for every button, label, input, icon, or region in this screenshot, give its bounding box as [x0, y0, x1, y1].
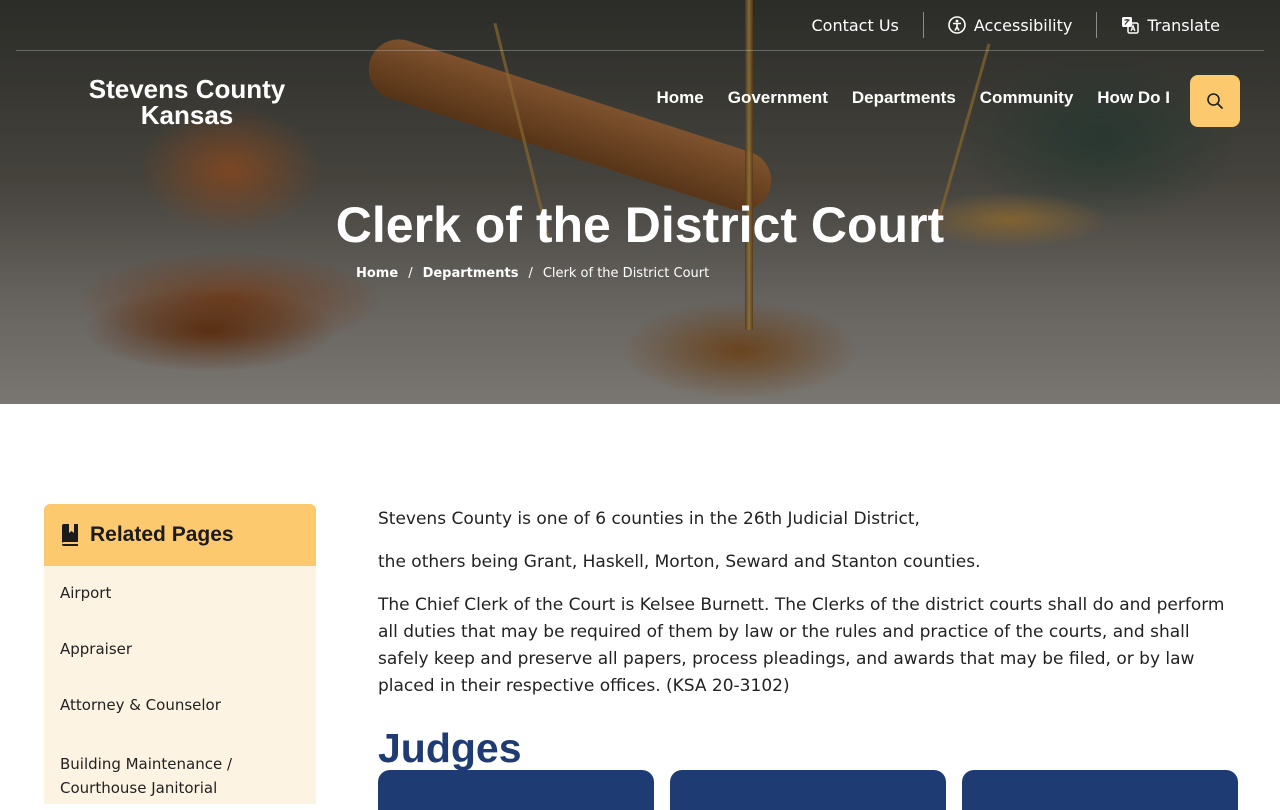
judge-cards — [378, 770, 1238, 810]
sidebar-item-appraiser[interactable]: Appraiser — [44, 640, 316, 658]
counties-paragraph: the others being Grant, Haskell, Morton,… — [378, 552, 981, 572]
sidebar-item-airport[interactable]: Airport — [44, 584, 316, 602]
sidebar-item-attorney[interactable]: Attorney & Counselor — [44, 696, 316, 714]
contact-link[interactable]: Contact Us — [788, 12, 923, 38]
breadcrumb-home[interactable]: Home — [356, 266, 398, 281]
translate-label: Translate — [1147, 15, 1220, 35]
nav-item-community[interactable]: Community — [980, 88, 1074, 108]
logo-line-1: Stevens County — [88, 74, 286, 104]
logo-line-2: Kansas — [140, 100, 234, 130]
judge-card[interactable] — [962, 770, 1238, 810]
utility-bar: Contact Us Accessibility Translate — [788, 0, 1245, 50]
accessibility-icon — [948, 16, 966, 34]
intro-paragraph: Stevens County is one of 6 counties in t… — [378, 509, 920, 529]
main-nav: Home Government Departments Community Ho… — [656, 88, 1170, 108]
breadcrumb-separator: / — [408, 266, 413, 281]
related-pages-title: Related Pages — [90, 523, 234, 546]
nav-item-how-do-i[interactable]: How Do I — [1097, 88, 1170, 108]
related-pages-list: Airport Appraiser Attorney & Counselor B… — [44, 584, 316, 800]
breadcrumb: Home / Departments / Clerk of the Distri… — [356, 266, 709, 281]
nav-item-departments[interactable]: Departments — [852, 88, 956, 108]
breadcrumb-current: Clerk of the District Court — [542, 266, 710, 281]
nav-item-government[interactable]: Government — [728, 88, 828, 108]
nav-item-home[interactable]: Home — [656, 88, 703, 108]
breadcrumb-departments[interactable]: Departments — [423, 266, 519, 281]
related-pages-header: Related Pages — [44, 504, 316, 566]
accessibility-link[interactable]: Accessibility — [922, 12, 1096, 38]
clerk-description-paragraph: The Chief Clerk of the Court is Kelsee B… — [378, 595, 1225, 696]
sidebar-item-building-maintenance[interactable]: Building Maintenance / Courthouse Janito… — [44, 752, 276, 800]
book-bookmark-icon — [62, 524, 78, 546]
hero-banner: Contact Us Accessibility Translate Steve… — [0, 0, 1280, 404]
judge-card[interactable] — [670, 770, 946, 810]
search-button[interactable] — [1190, 75, 1240, 127]
search-icon — [1207, 93, 1223, 109]
related-pages-sidebar: Related Pages Airport Appraiser Attorney… — [44, 504, 316, 804]
site-logo[interactable]: Stevens County Kansas — [86, 76, 288, 128]
translate-icon — [1122, 17, 1140, 34]
breadcrumb-separator: / — [528, 266, 533, 281]
accessibility-label: Accessibility — [973, 15, 1073, 35]
main-content: Stevens County is one of 6 counties in t… — [378, 506, 1238, 770]
header-divider — [16, 50, 1264, 51]
judge-card[interactable] — [378, 770, 654, 810]
contact-label: Contact Us — [811, 15, 899, 35]
judges-heading: Judges — [378, 725, 522, 771]
translate-link[interactable]: Translate — [1096, 12, 1244, 38]
page-title: Clerk of the District Court — [335, 197, 945, 253]
